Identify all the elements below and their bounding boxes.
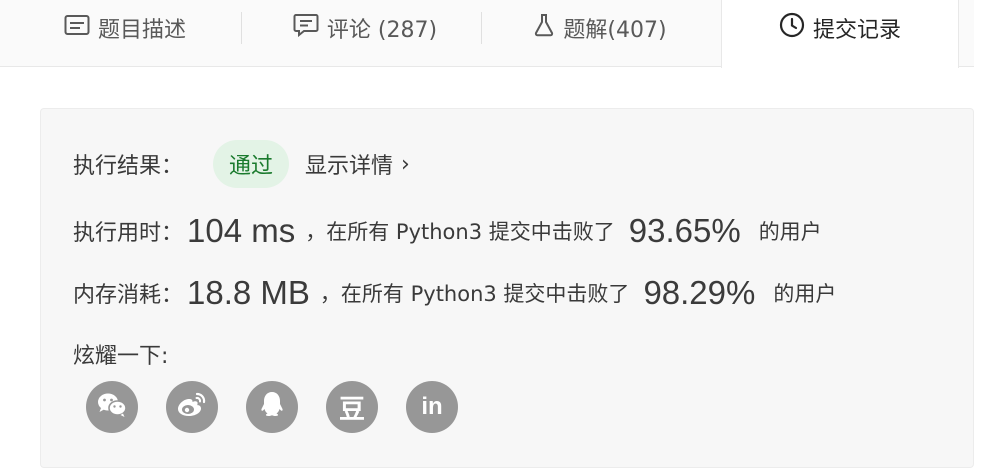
flask-icon — [533, 13, 563, 43]
tab-label: 评论 (287) — [326, 18, 438, 43]
clock-icon — [779, 12, 813, 44]
share-buttons: 豆 in — [86, 381, 486, 433]
share-douban-button[interactable]: 豆 — [326, 381, 378, 433]
tab-label: 题解(407) — [563, 18, 667, 43]
details-label: 显示详情 — [305, 154, 394, 179]
tab-label: 提交记录 — [812, 18, 901, 43]
tab-comments[interactable]: 评论 (287) — [270, 0, 460, 56]
description-icon — [64, 14, 98, 42]
memory-beat-text: ，在所有 Python3 提交中击败了 — [319, 282, 630, 306]
result-row: 执行结果： 通过 显示详情 › — [73, 140, 410, 188]
tab-bar: 题目描述 评论 (287) 题解(407) 提交记录 — [0, 0, 974, 68]
result-label: 执行结果： — [73, 154, 184, 179]
share-row: 炫耀一下: — [73, 337, 168, 371]
share-weibo-button[interactable] — [166, 381, 218, 433]
share-qq-button[interactable] — [246, 381, 298, 433]
runtime-suffix: 的用户 — [758, 220, 822, 244]
wechat-icon — [96, 391, 128, 423]
tab-description[interactable]: 题目描述 — [40, 0, 210, 56]
status-badge: 通过 — [213, 140, 290, 188]
memory-value: 18.8 MB — [187, 274, 310, 311]
show-details-link[interactable]: 显示详情 › — [305, 148, 410, 180]
runtime-percent: 93.65% — [628, 212, 741, 249]
share-label: 炫耀一下: — [73, 344, 169, 369]
douban-icon: 豆 — [338, 394, 365, 425]
chevron-right-icon: › — [401, 151, 410, 177]
runtime-label: 执行用时： — [73, 221, 184, 246]
weibo-icon — [176, 391, 208, 423]
memory-row: 内存消耗： 18.8 MB ，在所有 Python3 提交中击败了 98.29%… — [73, 269, 836, 317]
share-wechat-button[interactable] — [86, 381, 138, 433]
memory-percent: 98.29% — [643, 274, 756, 311]
tab-label: 题目描述 — [97, 18, 186, 43]
tab-solutions[interactable]: 题解(407) — [510, 0, 690, 56]
runtime-value: 104 ms — [187, 212, 296, 249]
tab-divider — [241, 12, 242, 44]
submission-result-panel: 执行结果： 通过 显示详情 › 执行用时： 104 ms ，在所有 Python… — [40, 108, 974, 468]
comment-icon — [293, 13, 327, 43]
tab-submissions[interactable]: 提交记录 — [721, 0, 959, 68]
share-linkedin-button[interactable]: in — [406, 381, 458, 433]
tab-divider — [481, 12, 482, 44]
memory-label: 内存消耗： — [73, 283, 184, 308]
qq-icon — [258, 390, 286, 424]
memory-suffix: 的用户 — [773, 282, 837, 306]
linkedin-icon: in — [421, 393, 443, 420]
runtime-beat-text: ，在所有 Python3 提交中击败了 — [305, 220, 615, 244]
runtime-row: 执行用时： 104 ms ，在所有 Python3 提交中击败了 93.65% … — [73, 207, 822, 255]
